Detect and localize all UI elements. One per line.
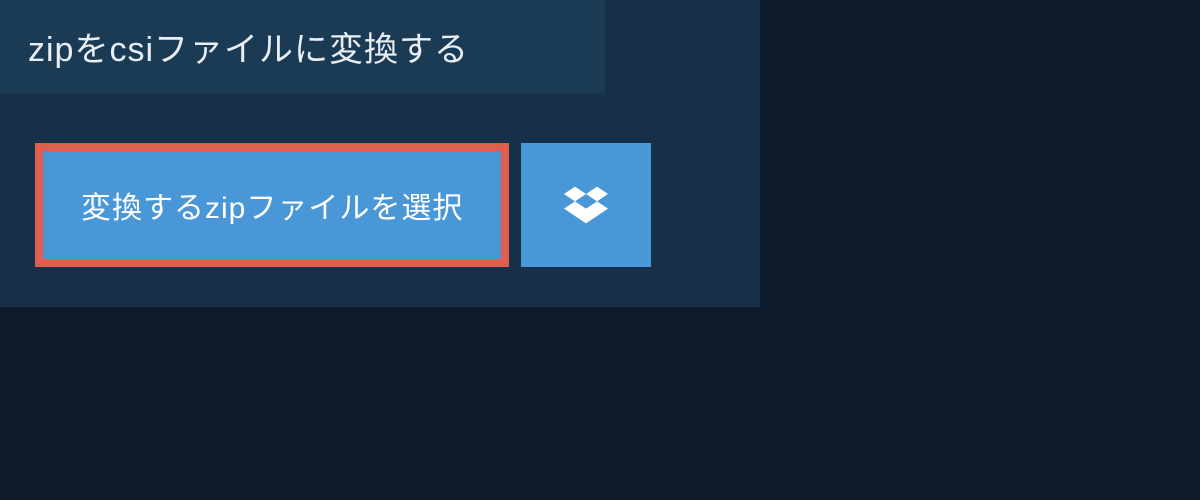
select-file-button[interactable]: 変換するzipファイルを選択	[35, 143, 509, 267]
title-bar: zipをcsiファイルに変換する	[0, 0, 605, 93]
dropbox-button[interactable]	[521, 143, 651, 267]
dropbox-icon	[564, 183, 608, 227]
select-file-label: 変換するzipファイルを選択	[81, 192, 463, 225]
button-row: 変換するzipファイルを選択	[35, 143, 760, 267]
converter-panel: zipをcsiファイルに変換する 変換するzipファイルを選択	[0, 0, 760, 307]
page-title: zipをcsiファイルに変換する	[28, 22, 577, 71]
